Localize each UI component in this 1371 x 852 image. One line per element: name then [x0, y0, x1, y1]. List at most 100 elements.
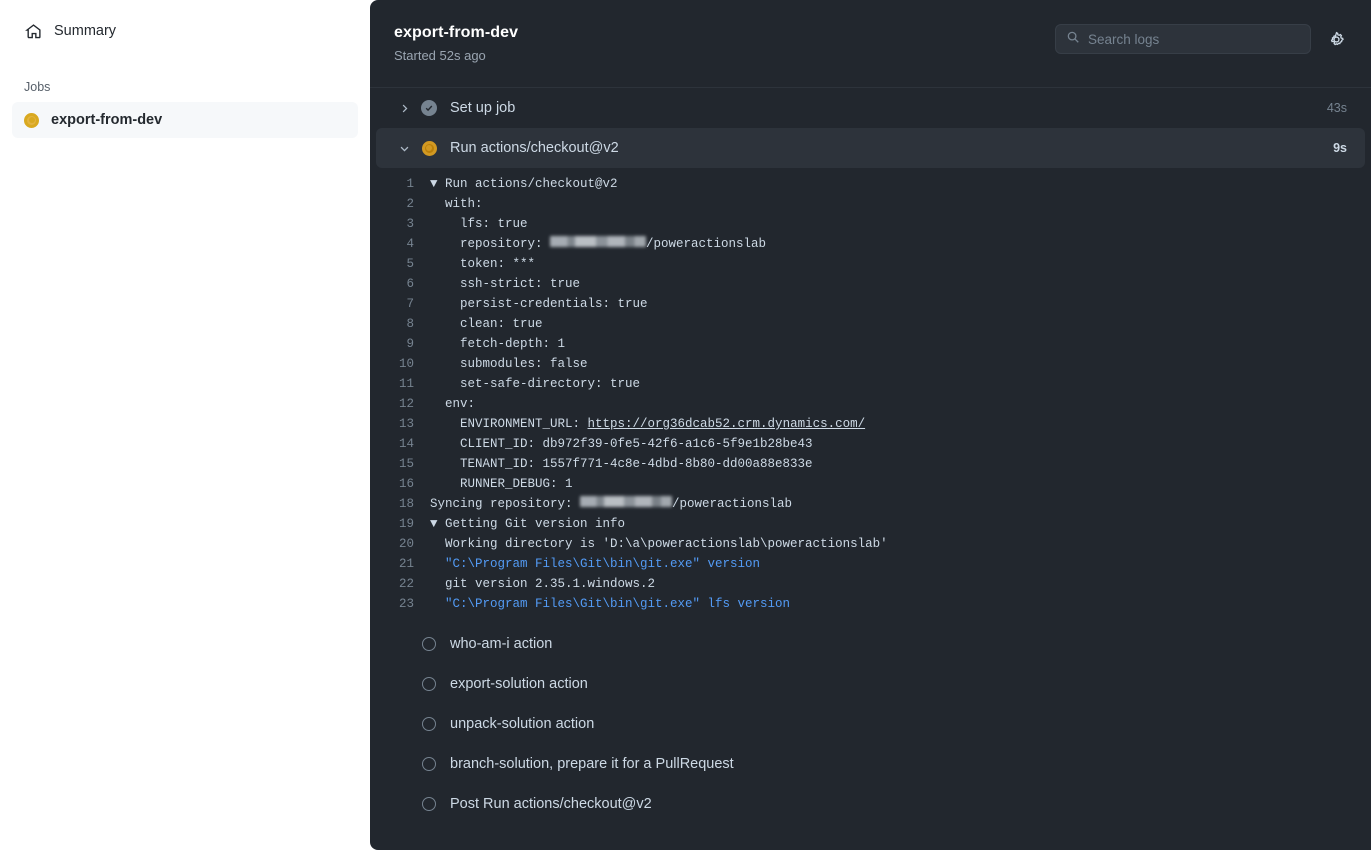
log-line-number: 18 [370, 494, 430, 514]
log-line-text: CLIENT_ID: db972f39-0fe5-42f6-a1c6-5f9e1… [430, 434, 813, 454]
step-row-pending[interactable]: branch-solution, prepare it for a PullRe… [370, 744, 1371, 784]
log-line-text: set-safe-directory: true [430, 374, 640, 394]
pending-icon [420, 717, 438, 731]
workflow-run-page: Summary Jobs export-from-dev export-from… [0, 0, 1371, 852]
log-line: 20 Working directory is 'D:\a\poweractio… [370, 534, 1371, 554]
log-line: 9 fetch-depth: 1 [370, 334, 1371, 354]
log-line-text: repository: [430, 234, 550, 254]
log-line-number: 11 [370, 374, 430, 394]
sidebar-jobs-heading: Jobs [12, 80, 358, 94]
log-line-text: clean: true [430, 314, 543, 334]
step-row-pending[interactable]: who-am-i action [370, 624, 1371, 664]
log-line: 1▼ Run actions/checkout@v2 [370, 174, 1371, 194]
run-started-text: Started 52s ago [394, 48, 518, 63]
step-row-run-actions-checkout[interactable]: Run actions/checkout@v2 9s [376, 128, 1365, 168]
log-line-number: 5 [370, 254, 430, 274]
log-line-number: 12 [370, 394, 430, 414]
log-line: 13 ENVIRONMENT_URL: https://org36dcab52.… [370, 414, 1371, 434]
gear-icon[interactable] [1325, 28, 1347, 50]
pending-icon [420, 677, 438, 691]
sidebar-summary-label: Summary [54, 24, 116, 39]
log-line-text: "C:\Program Files\Git\bin\git.exe" lfs v… [430, 594, 790, 614]
log-line-text: Syncing repository: [430, 494, 580, 514]
log-line: 16 RUNNER_DEBUG: 1 [370, 474, 1371, 494]
log-line-text: TENANT_ID: 1557f771-4c8e-4dbd-8b80-dd00a… [430, 454, 813, 474]
sidebar-job-label: export-from-dev [51, 113, 162, 128]
log-line: 22 git version 2.35.1.windows.2 [370, 574, 1371, 594]
step-label: Set up job [450, 100, 1327, 116]
search-input[interactable] [1088, 32, 1300, 47]
log-line: 4 repository: /poweractionslab [370, 234, 1371, 254]
log-line-number: 9 [370, 334, 430, 354]
success-icon [420, 100, 438, 116]
log-line-text: "C:\Program Files\Git\bin\git.exe" versi… [430, 554, 760, 574]
log-output[interactable]: 1▼ Run actions/checkout@v22 with:3 lfs: … [370, 168, 1371, 624]
pending-icon [420, 797, 438, 811]
log-line-number: 3 [370, 214, 430, 234]
log-line-number: 6 [370, 274, 430, 294]
redacted-text [550, 236, 646, 247]
step-label: export-solution action [450, 676, 1347, 692]
log-line-text: token: *** [430, 254, 535, 274]
step-row-pending[interactable]: export-solution action [370, 664, 1371, 704]
log-line-text: ssh-strict: true [430, 274, 580, 294]
log-line-text: fetch-depth: 1 [430, 334, 565, 354]
log-line-text: persist-credentials: true [430, 294, 648, 314]
log-line: 11 set-safe-directory: true [370, 374, 1371, 394]
step-label: Run actions/checkout@v2 [450, 140, 1333, 156]
log-line-text: ▼ Getting Git version info [430, 514, 625, 534]
log-line-text: with: [430, 194, 483, 214]
log-line: 3 lfs: true [370, 214, 1371, 234]
log-line-number: 19 [370, 514, 430, 534]
in-progress-icon [24, 113, 39, 128]
log-line: 2 with: [370, 194, 1371, 214]
log-line: 21 "C:\Program Files\Git\bin\git.exe" ve… [370, 554, 1371, 574]
log-line: 23 "C:\Program Files\Git\bin\git.exe" lf… [370, 594, 1371, 614]
chevron-right-icon[interactable] [394, 103, 414, 114]
log-line: 12 env: [370, 394, 1371, 414]
step-label: who-am-i action [450, 636, 1347, 652]
step-row-pending[interactable]: Post Run actions/checkout@v2 [370, 784, 1371, 824]
panel-header-actions [1055, 22, 1347, 54]
log-line-text: env: [430, 394, 475, 414]
step-duration: 43s [1327, 101, 1347, 115]
log-line: 8 clean: true [370, 314, 1371, 334]
search-icon [1066, 30, 1080, 49]
log-line-suffix: /poweractionslab [646, 234, 766, 254]
log-line-number: 22 [370, 574, 430, 594]
in-progress-icon [420, 141, 438, 156]
log-line-number: 13 [370, 414, 430, 434]
log-line-number: 16 [370, 474, 430, 494]
pending-steps-list: who-am-i action export-solution action unp… [370, 624, 1371, 824]
log-line-text: ENVIRONMENT_URL: [430, 414, 588, 434]
log-line-number: 4 [370, 234, 430, 254]
chevron-down-icon[interactable] [394, 143, 414, 154]
page-title: export-from-dev [394, 24, 518, 42]
log-line: 5 token: *** [370, 254, 1371, 274]
sidebar-item-export-from-dev[interactable]: export-from-dev [12, 102, 358, 138]
home-icon [24, 22, 42, 40]
log-line-number: 23 [370, 594, 430, 614]
log-link[interactable]: https://org36dcab52.crm.dynamics.com/ [588, 414, 866, 434]
log-line-text: submodules: false [430, 354, 588, 374]
redacted-text [580, 496, 672, 507]
log-line-number: 10 [370, 354, 430, 374]
log-line: 10 submodules: false [370, 354, 1371, 374]
log-line-text: git version 2.35.1.windows.2 [430, 574, 655, 594]
log-line-text: RUNNER_DEBUG: 1 [430, 474, 573, 494]
log-line-text: Working directory is 'D:\a\poweractionsl… [430, 534, 888, 554]
step-row-set-up-job[interactable]: Set up job 43s [370, 88, 1371, 128]
log-line-number: 20 [370, 534, 430, 554]
step-row-pending[interactable]: unpack-solution action [370, 704, 1371, 744]
step-label: Post Run actions/checkout@v2 [450, 796, 1347, 812]
log-panel: export-from-dev Started 52s ago [370, 0, 1371, 850]
search-logs-box[interactable] [1055, 24, 1311, 54]
log-line: 19▼ Getting Git version info [370, 514, 1371, 534]
step-label: branch-solution, prepare it for a PullRe… [450, 756, 1347, 772]
panel-header: export-from-dev Started 52s ago [370, 0, 1371, 88]
sidebar-item-summary[interactable]: Summary [12, 14, 358, 48]
sidebar: Summary Jobs export-from-dev [0, 0, 370, 852]
step-label: unpack-solution action [450, 716, 1347, 732]
log-line-number: 8 [370, 314, 430, 334]
log-line-number: 2 [370, 194, 430, 214]
